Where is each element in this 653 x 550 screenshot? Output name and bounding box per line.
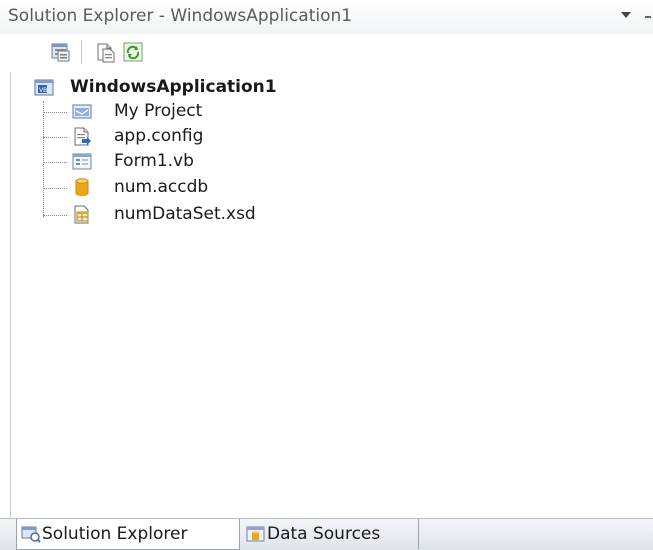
refresh-button[interactable] — [122, 41, 144, 63]
panel-left-border — [10, 72, 11, 520]
tree-connector-branch — [43, 137, 67, 138]
show-all-files-icon — [97, 43, 115, 63]
data-sources-icon — [246, 526, 265, 542]
tree-connector-branch — [43, 188, 67, 189]
solution-explorer-icon — [21, 526, 41, 543]
tab-label: Data Sources — [267, 524, 381, 544]
panel-tab-strip: Solution Explorer Data Sources — [0, 518, 653, 550]
refresh-icon — [123, 42, 143, 62]
tree-connector-branch — [43, 162, 67, 163]
tree-root-label: WindowsApplication1 — [70, 77, 277, 97]
tree-connector-branch — [43, 215, 67, 216]
tree-connector-line — [43, 101, 44, 217]
vb-project-icon: VB — [34, 79, 54, 96]
show-all-files-button[interactable] — [95, 41, 117, 63]
tab-label: Solution Explorer — [42, 524, 188, 544]
panel-title-bar: Solution Explorer - WindowsApplication1 — [0, 0, 653, 34]
tab-solution-explorer[interactable]: Solution Explorer — [16, 519, 240, 550]
svg-text:VB: VB — [39, 87, 47, 94]
form-icon — [72, 153, 92, 170]
properties-button[interactable] — [50, 41, 72, 63]
solution-tree — [0, 72, 653, 512]
database-icon — [75, 178, 89, 197]
config-file-icon — [74, 127, 91, 146]
tree-connector-branch — [43, 112, 67, 113]
properties-icon — [51, 43, 70, 62]
tree-item-label: num.accdb — [114, 177, 209, 197]
tree-item-label: My Project — [114, 101, 203, 121]
toolbar-separator — [81, 40, 82, 64]
tree-item-label: numDataSet.xsd — [114, 204, 256, 224]
tree-item-label: app.config — [114, 126, 204, 146]
panel-title: Solution Explorer - WindowsApplication1 — [8, 6, 353, 26]
tab-data-sources[interactable]: Data Sources — [242, 519, 419, 549]
my-project-icon — [72, 104, 92, 119]
auto-hide-pin-icon[interactable] — [645, 16, 651, 18]
dataset-icon — [74, 205, 89, 224]
window-position-dropdown-icon[interactable] — [621, 12, 631, 18]
tree-item-label: Form1.vb — [114, 151, 194, 171]
